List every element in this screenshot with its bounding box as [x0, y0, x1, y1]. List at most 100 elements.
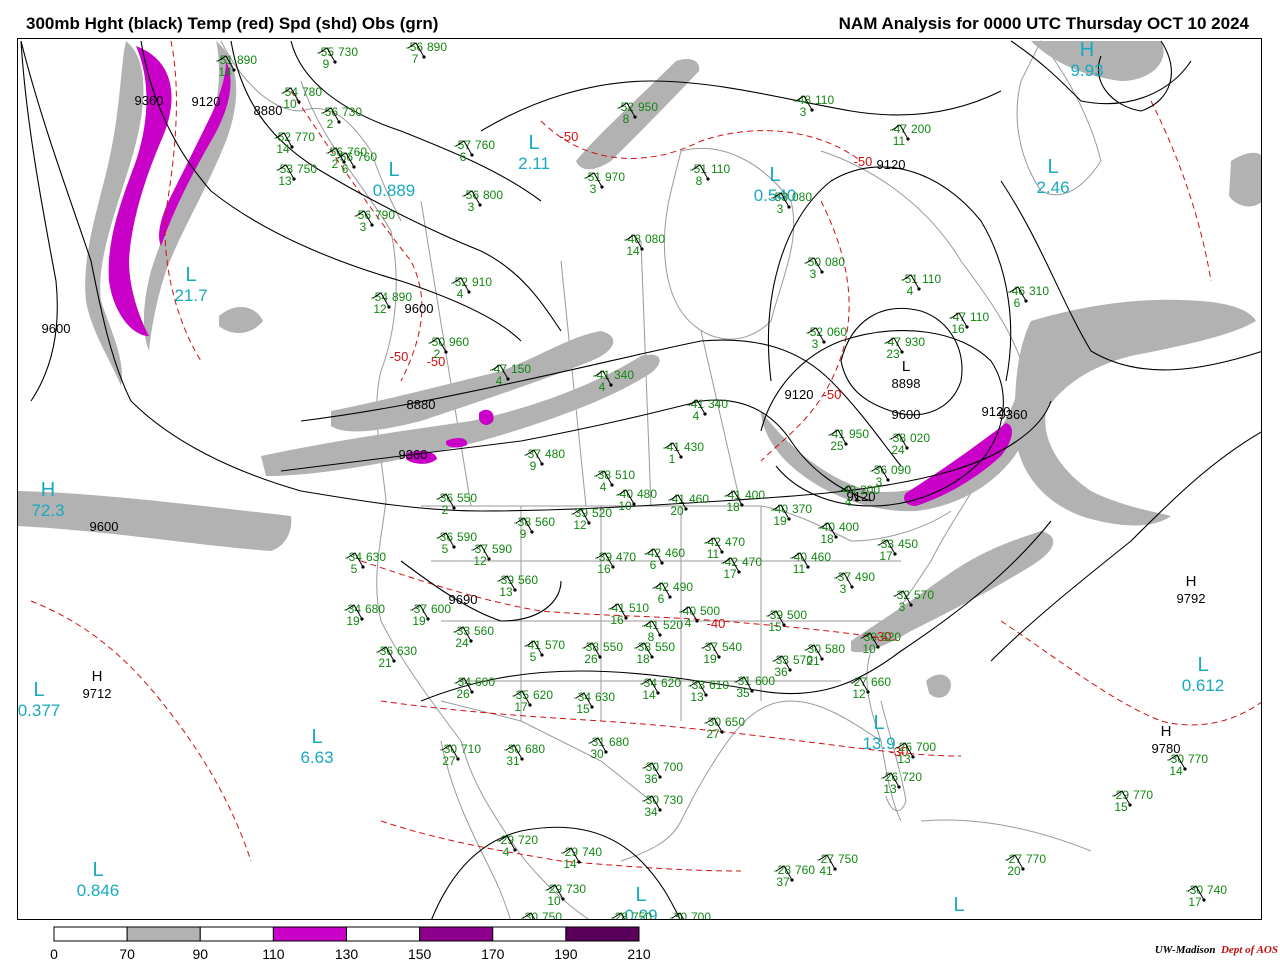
obs-speed: 6 [658, 592, 665, 606]
station-observation: -34 60026 [454, 675, 496, 701]
extremum-value: 0.889 [373, 181, 416, 200]
obs-temperature: -28 [611, 910, 629, 920]
station-observation: -56 8907 [406, 40, 448, 66]
obs-height: 460 [665, 546, 685, 560]
obs-speed: 16 [951, 322, 965, 336]
obs-speed: 5 [351, 562, 358, 576]
temp-contour-9 [30, 600, 252, 862]
obs-height: 770 [1188, 752, 1208, 766]
station-observation: -31 68030 [588, 735, 630, 761]
legend-bin-130-150 [346, 926, 421, 942]
obs-speed: 17 [1188, 895, 1202, 909]
obs-speed: 6 [650, 558, 657, 572]
cuba [920, 819, 1092, 852]
obs-height: 700 [916, 740, 936, 754]
station-observation: -37 60019 [410, 602, 452, 628]
obs-height: 970 [605, 170, 625, 184]
obs-height: 680 [365, 602, 385, 616]
extremum-value: 0.377 [18, 701, 60, 720]
obs-speed: 27 [706, 727, 720, 741]
obs-height: 750 [838, 852, 858, 866]
temperature-contour-label: -40 [707, 616, 726, 631]
obs-speed: 19 [703, 652, 717, 666]
height-contour-label: 9360 [135, 93, 164, 108]
obs-height: 780 [302, 85, 322, 99]
obs-speed: 30 [590, 747, 604, 761]
obs-height: 470 [616, 550, 636, 564]
obs-height: 890 [237, 53, 257, 67]
obs-speed: 2 [442, 503, 449, 517]
station-observation: -47 11016 [949, 310, 990, 336]
obs-height: 620 [533, 688, 553, 702]
obs-height: 500 [700, 604, 720, 618]
obs-temperature: -30 [521, 910, 539, 920]
obs-height: 400 [745, 488, 765, 502]
obs-height: 470 [742, 555, 762, 569]
station-observation: -42 4906 [652, 580, 694, 606]
station-observation: -48 08014 [624, 232, 666, 258]
obs-height: 930 [905, 335, 925, 349]
obs-height: 520 [663, 618, 683, 632]
extremum-marker: L [311, 726, 322, 748]
station-observation: -50 9602 [428, 335, 470, 361]
temperature-contour-label: -50 [823, 387, 842, 402]
obs-height: 480 [545, 447, 565, 461]
jet-70-atlantic [1014, 299, 1256, 526]
obs-speed: 36 [644, 772, 658, 786]
obs-speed: 9 [323, 57, 330, 71]
station-observation: -38 02024 [889, 431, 931, 457]
obs-speed: 5 [530, 650, 537, 664]
obs-height: 200 [911, 122, 931, 136]
obs-height: 750 [297, 162, 317, 176]
obs-height: 660 [871, 675, 891, 689]
station-observation: -56 8003 [462, 188, 504, 214]
height-center-value: 9712 [83, 686, 112, 701]
obs-height: 700 [663, 760, 683, 774]
station-observation: -36 5502 [436, 491, 478, 517]
station-observation: -26 72013 [881, 770, 923, 796]
station-observation: -39 52012 [571, 506, 613, 532]
obs-speed: 35 [736, 686, 750, 700]
extremum-value: 9.93 [1070, 61, 1103, 80]
legend-bin-70-90 [126, 926, 201, 942]
obs-height: 760 [357, 150, 377, 164]
temp-contour-10 [1150, 100, 1212, 282]
obs-height: 560 [474, 624, 494, 638]
obs-height: 620 [881, 630, 901, 644]
obs-speed: 11 [893, 134, 906, 148]
station-observation: -34 6305 [345, 550, 387, 576]
station-observation: -30 68031 [504, 742, 546, 768]
station-observation: -51 89014 [216, 53, 258, 79]
temperature-contours [30, 40, 1261, 872]
station-observation: -35 62017 [512, 688, 554, 714]
obs-speed: 18 [820, 532, 834, 546]
obs-speed: 3 [812, 337, 819, 351]
obs-speed: 6 [342, 162, 349, 176]
map-frame: L 0.889 L 2.11 L 0.540 L 2.46 H 9.93 L 21.7 H 72.3 L 0.… [17, 38, 1262, 920]
station-observation: -53 0803 [771, 190, 813, 216]
height-center-marker: H [92, 668, 103, 685]
station-observation: -30 65027 [704, 715, 746, 741]
height-contour-label: 9360 [999, 407, 1028, 422]
legend-bin-170-190 [492, 926, 567, 942]
obs-speed: 19 [773, 514, 787, 528]
obs-height: 340 [708, 397, 728, 411]
station-observation: -48 1103 [794, 93, 835, 119]
height-center-marker: L [902, 358, 910, 375]
obs-height: 560 [535, 515, 555, 529]
obs-speed: 21 [378, 656, 392, 670]
height-contour-label: 9600 [90, 519, 119, 534]
extremum-marker: L [635, 884, 646, 906]
obs-height: 570 [914, 588, 934, 602]
obs-height: 400 [839, 520, 859, 534]
station-observation: -41 4301 [663, 440, 705, 466]
obs-height: 730 [342, 105, 362, 119]
station-observation: -30 77014 [1167, 752, 1209, 778]
obs-height: 630 [595, 690, 615, 704]
obs-height: 680 [525, 742, 545, 756]
station-observation: -33 56024 [453, 624, 495, 650]
obs-height: 730 [338, 45, 358, 59]
station-observation: -47 20011 [890, 122, 932, 148]
temperature-contour-label: -50 [854, 154, 873, 169]
station-observation: -2875016 [611, 910, 652, 920]
